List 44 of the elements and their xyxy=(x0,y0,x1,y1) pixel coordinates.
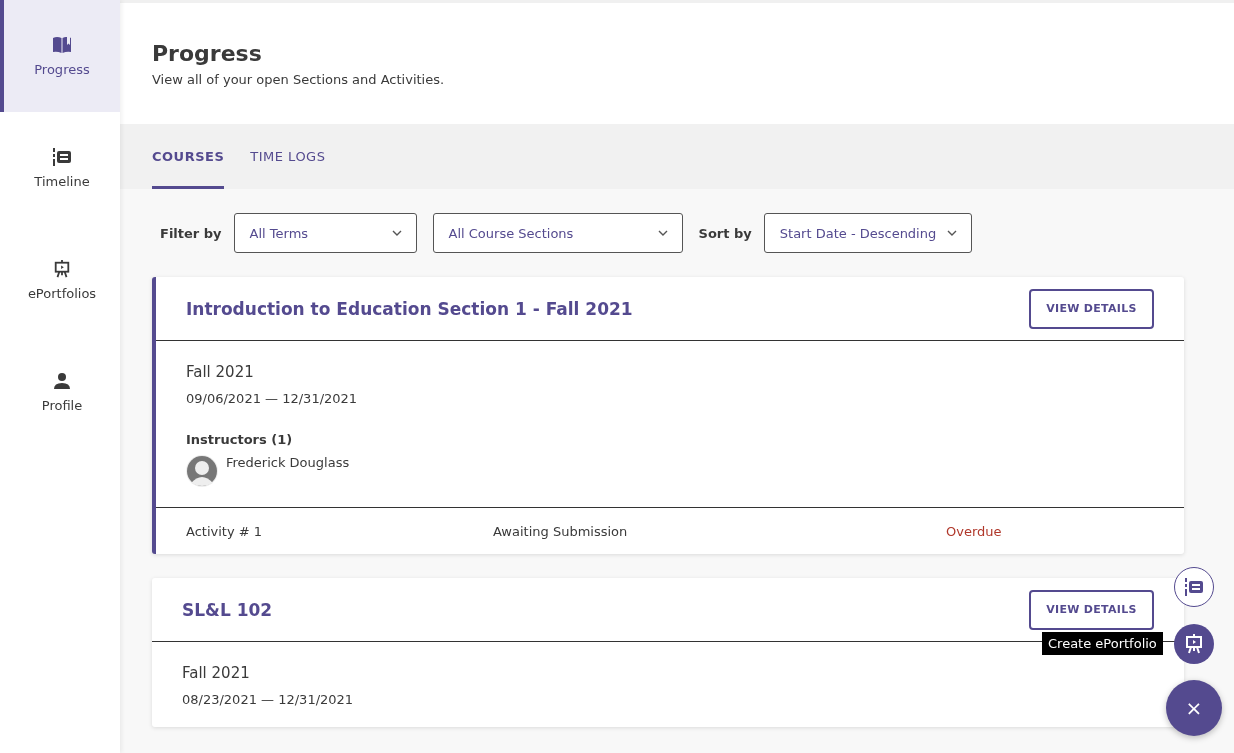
activity-name: Activity # 1 xyxy=(186,523,264,539)
view-details-button[interactable]: VIEW DETAILS xyxy=(1029,288,1154,329)
person-icon xyxy=(52,371,72,390)
close-button[interactable]: × xyxy=(1166,680,1222,736)
course-title: SL&L 102 xyxy=(182,599,273,620)
chevron-icon xyxy=(391,230,402,236)
nav-label: ePortfolios xyxy=(27,285,97,301)
chevron-icon xyxy=(946,230,957,236)
term-label: Fall 2021 xyxy=(186,363,255,381)
chevron-icon xyxy=(657,230,668,236)
page-title: Progress xyxy=(152,41,263,66)
section-dropdown[interactable]: All Course Sections xyxy=(432,213,683,253)
sort-label: Sort by xyxy=(698,225,752,241)
view-details-button[interactable]: VIEW DETAILS xyxy=(1029,589,1154,630)
easel-icon xyxy=(1184,634,1204,654)
book-icon xyxy=(52,35,72,54)
date-range: 09/06/2021 — 12/31/2021 xyxy=(186,391,359,406)
tab[interactable]: TIME LOGS xyxy=(250,127,326,189)
course-title: Introduction to Education Section 1 - Fall 2021 xyxy=(186,298,633,319)
easel-icon xyxy=(52,259,72,278)
tab[interactable]: COURSES xyxy=(152,127,225,189)
instructor-name: Frederick Douglass xyxy=(226,455,350,470)
timeline-icon xyxy=(52,147,72,166)
nav-label: Profile xyxy=(41,397,83,413)
tooltip: Create ePortfolio xyxy=(1042,632,1163,655)
nav-item[interactable]: ePortfolios xyxy=(0,224,120,336)
avatar-icon xyxy=(186,455,218,487)
nav-label: Progress xyxy=(34,61,90,77)
sort-dropdown[interactable]: Start Date - Descending xyxy=(763,213,972,253)
date-range: 08/23/2021 — 12/31/2021 xyxy=(182,692,355,707)
term-dropdown[interactable]: All Terms xyxy=(233,213,417,253)
timeline-button[interactable] xyxy=(1174,567,1214,607)
nav-item[interactable]: Progress xyxy=(0,0,120,112)
nav-label: Timeline xyxy=(34,173,90,189)
page-subtitle: View all of your open Sections and Activities. xyxy=(152,72,446,87)
activity-due: Overdue xyxy=(946,523,1002,539)
filter-label: Filter by xyxy=(160,225,222,241)
instructors-label: Instructors (1) xyxy=(186,432,294,447)
activity-status: Awaiting Submission xyxy=(493,523,629,539)
create-eportfolio-button[interactable] xyxy=(1174,624,1214,664)
nav-item[interactable]: Profile xyxy=(0,336,120,448)
term-label: Fall 2021 xyxy=(182,664,251,682)
nav-item[interactable]: Timeline xyxy=(0,112,120,224)
timeline-icon xyxy=(1184,578,1204,596)
